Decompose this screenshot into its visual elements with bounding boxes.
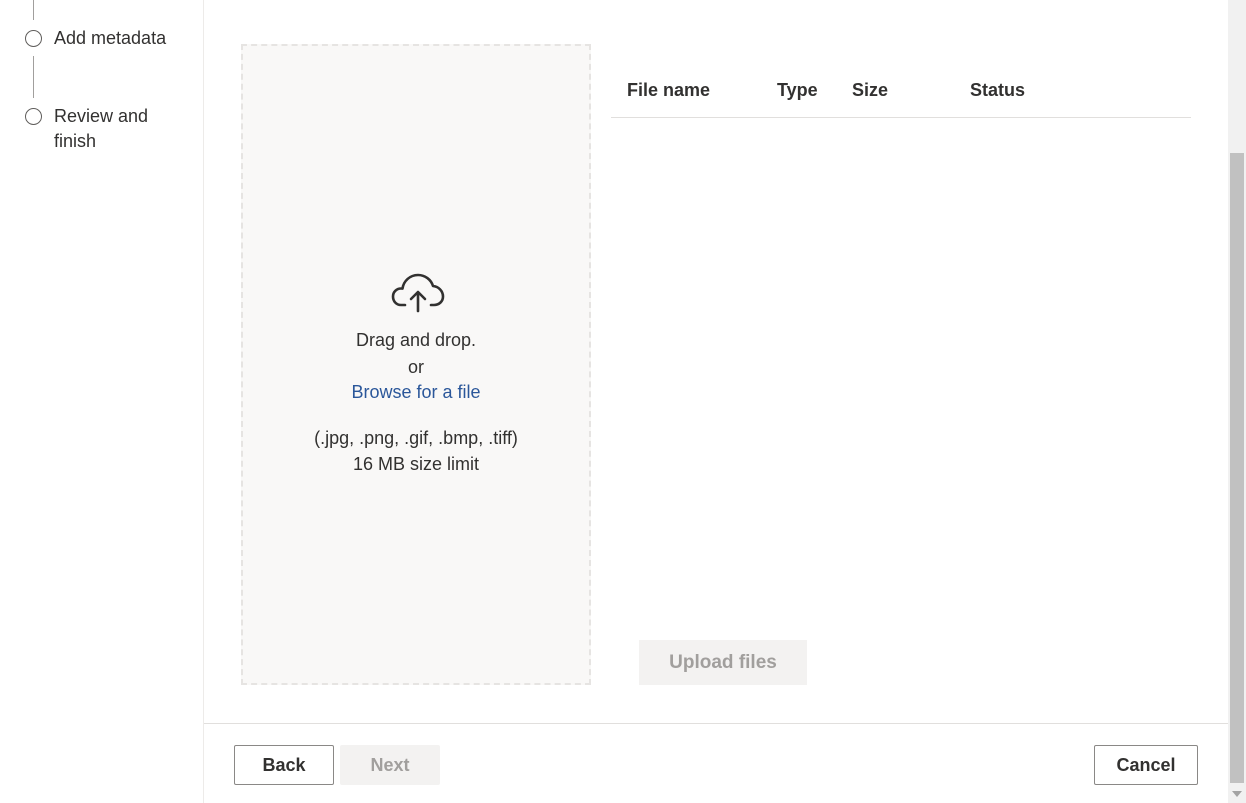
or-text: or bbox=[407, 357, 424, 377]
file-formats-text: (.jpg, .png, .gif, .bmp, .tiff) bbox=[314, 428, 518, 448]
scroll-down-arrow-icon[interactable] bbox=[1232, 791, 1242, 797]
vertical-scrollbar[interactable] bbox=[1228, 0, 1246, 803]
wizard-footer: Back Next Cancel bbox=[204, 723, 1228, 803]
step-label-review: Review and finish bbox=[54, 104, 148, 154]
step-label-add-metadata: Add metadata bbox=[54, 28, 167, 48]
wizard-stepper: Add metadata Review and finish bbox=[0, 0, 204, 803]
cancel-button[interactable]: Cancel bbox=[1094, 745, 1198, 785]
drag-drop-text: Drag and drop. bbox=[355, 330, 477, 350]
back-button[interactable]: Back bbox=[234, 745, 334, 785]
step-label-review-line2: finish bbox=[54, 131, 97, 151]
size-limit-text: 16 MB size limit bbox=[352, 454, 480, 474]
next-button[interactable]: Next bbox=[340, 745, 440, 785]
file-list-table: File name Type Size Status bbox=[611, 72, 1191, 118]
browse-file-link[interactable]: Browse for a file bbox=[351, 382, 480, 402]
step-circle-icon bbox=[25, 108, 42, 125]
stepper-connector bbox=[33, 0, 34, 20]
column-header-type[interactable]: Type bbox=[777, 80, 818, 101]
step-label-review-line1: Review and bbox=[54, 106, 149, 126]
upload-files-button[interactable]: Upload files bbox=[639, 640, 807, 685]
step-circle-icon bbox=[25, 30, 42, 47]
column-header-file-name[interactable]: File name bbox=[627, 80, 710, 101]
column-header-status[interactable]: Status bbox=[970, 80, 1025, 101]
column-header-size[interactable]: Size bbox=[852, 80, 888, 101]
stepper-connector bbox=[33, 56, 34, 98]
file-drop-zone[interactable]: Drag and drop. or Browse for a file (.jp… bbox=[241, 44, 591, 685]
cloud-upload-icon bbox=[391, 273, 445, 313]
scrollbar-thumb[interactable] bbox=[1230, 153, 1244, 783]
file-table-header: File name Type Size Status bbox=[611, 72, 1191, 118]
upload-wizard: Add metadata Review and finish Drag and … bbox=[0, 0, 1246, 803]
